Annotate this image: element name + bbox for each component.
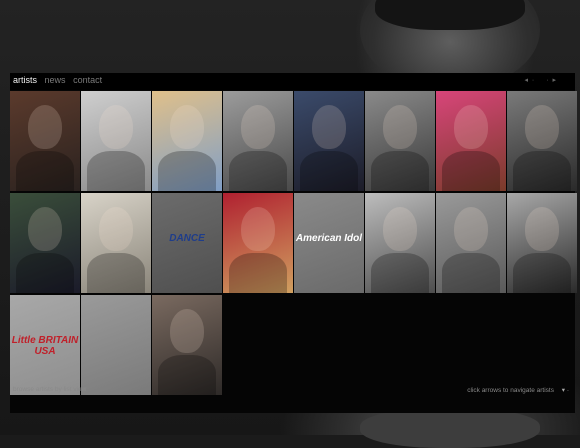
- photo-shoulders: [16, 151, 74, 191]
- tile-platinum-woman[interactable]: [81, 193, 151, 293]
- background-chin: [360, 408, 540, 448]
- artist-grid: DANCE American Idol Little BRITAIN USA: [10, 91, 577, 395]
- tile-dancer[interactable]: [436, 193, 506, 293]
- photo-shoulders: [371, 253, 429, 293]
- navigate-hint: click arrows to navigate artists ▾ ·: [467, 386, 569, 394]
- tile-woman-pink-bg[interactable]: [436, 91, 506, 191]
- photo-icon: [28, 105, 62, 149]
- photo-shoulders: [442, 151, 500, 191]
- prev-arrow-icon[interactable]: ◂ ·: [524, 77, 535, 84]
- photo-shoulders: [87, 253, 145, 293]
- photo-icon: [241, 207, 275, 251]
- tile-dance-logo[interactable]: DANCE: [152, 193, 222, 293]
- photo-shoulders: [16, 253, 74, 293]
- photo-icon: [99, 207, 133, 251]
- tile-group-men[interactable]: [10, 91, 80, 191]
- tile-sunglasses-woman[interactable]: [81, 91, 151, 191]
- tile-man-beard[interactable]: [507, 91, 577, 191]
- tile-blonde-woman[interactable]: [152, 91, 222, 191]
- photo-icon: [383, 207, 417, 251]
- tile-blonde-red-bg[interactable]: [223, 193, 293, 293]
- photo-icon: [525, 207, 559, 251]
- tile-little-britain[interactable]: Little BRITAIN USA: [10, 295, 80, 395]
- navigate-hint-text: click arrows to navigate artists: [467, 387, 554, 394]
- tile-logo-text: DANCE: [169, 233, 205, 244]
- tile-runway-models[interactable]: [152, 295, 222, 395]
- photo-icon: [170, 105, 204, 149]
- photo-icon: [170, 309, 204, 353]
- photo-icon: [241, 105, 275, 149]
- photo-icon: [525, 105, 559, 149]
- photo-shoulders: [371, 151, 429, 191]
- tile-american-idol-logo[interactable]: American Idol: [294, 193, 364, 293]
- photo-shoulders: [87, 151, 145, 191]
- bottom-bar: browse artists by list view click arrows…: [10, 383, 575, 397]
- background-hair: [375, 0, 525, 30]
- top-nav-bar: artists news contact ◂ · · ▸: [10, 73, 575, 90]
- photo-icon: [312, 105, 346, 149]
- artists-panel: artists news contact ◂ · · ▸ DANCE Americ…: [10, 73, 577, 413]
- photo-shoulders: [513, 151, 571, 191]
- main-nav: artists news contact: [13, 75, 107, 85]
- tile-dance-group[interactable]: [10, 193, 80, 293]
- photo-shoulders: [229, 151, 287, 191]
- tile-man-dark-hair[interactable]: [294, 91, 364, 191]
- tile-boxer[interactable]: [365, 91, 435, 191]
- photo-shoulders: [229, 253, 287, 293]
- list-view-link[interactable]: browse artists by list view: [13, 386, 86, 393]
- nav-news[interactable]: news: [45, 75, 66, 85]
- nav-contact[interactable]: contact: [73, 75, 102, 85]
- photo-shoulders: [442, 253, 500, 293]
- nav-artists[interactable]: artists: [13, 75, 37, 85]
- tile-woman-portrait[interactable]: [365, 193, 435, 293]
- tile-elvis[interactable]: [507, 193, 577, 293]
- tile-academy-logo[interactable]: [81, 295, 151, 395]
- photo-shoulders: [158, 151, 216, 191]
- photo-shoulders: [513, 253, 571, 293]
- photo-icon: [383, 105, 417, 149]
- tile-logo-text: Little BRITAIN USA: [11, 335, 79, 357]
- photo-icon: [454, 207, 488, 251]
- pager-arrows: ◂ · · ▸: [516, 76, 557, 84]
- photo-icon: [99, 105, 133, 149]
- photo-shoulders: [300, 151, 358, 191]
- tile-cap-woman[interactable]: [223, 91, 293, 191]
- tile-logo-text: American Idol: [295, 233, 363, 244]
- dropdown-icon[interactable]: ▾ ·: [562, 387, 569, 394]
- photo-icon: [454, 105, 488, 149]
- next-arrow-icon[interactable]: · ▸: [546, 77, 557, 84]
- photo-icon: [28, 207, 62, 251]
